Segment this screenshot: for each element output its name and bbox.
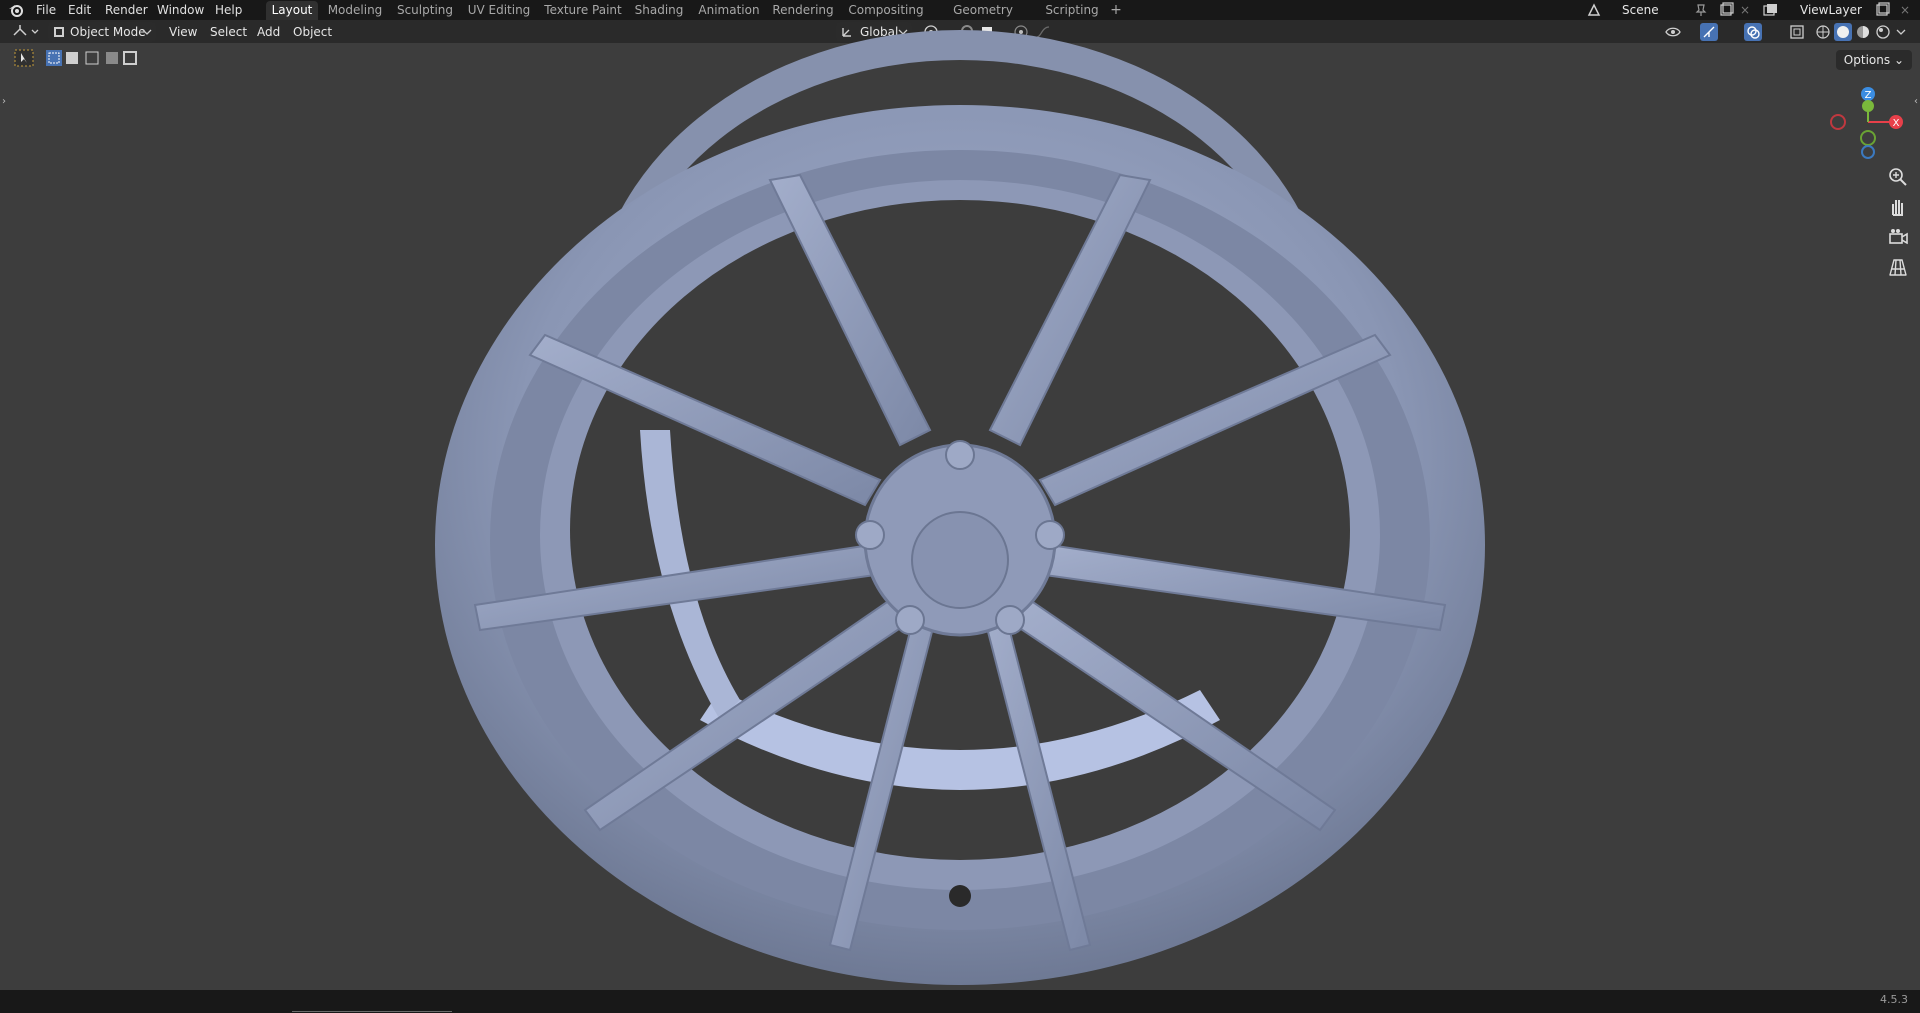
view-layer-icon[interactable] (1762, 2, 1778, 18)
snap-target-icon[interactable] (978, 23, 996, 41)
orientation-label: Global (860, 25, 899, 39)
gizmo-z-label: Z (1865, 90, 1872, 101)
zoom-icon[interactable] (1886, 165, 1910, 189)
tab-animation[interactable]: Animation (696, 1, 762, 20)
menu-object[interactable]: Object (293, 22, 332, 42)
new-view-layer-icon[interactable] (1874, 2, 1890, 18)
tab-modeling[interactable]: Modeling (322, 1, 388, 20)
top-bar: File Edit Render Window Help Layout Mode… (0, 0, 1920, 36)
solid-shading-icon[interactable] (1834, 23, 1852, 41)
wireframe-shading-icon[interactable] (1814, 23, 1832, 41)
mode-dropdown[interactable]: Object Mode (48, 22, 156, 42)
menu-window[interactable]: Window (157, 0, 204, 20)
tab-uv-editing[interactable]: UV Editing (466, 1, 532, 20)
menu-render[interactable]: Render (105, 0, 148, 20)
chevron-down-icon (898, 29, 908, 35)
gizmo-toggle-icon[interactable] (1700, 23, 1718, 41)
viewport-icon[interactable] (12, 23, 40, 41)
blender-logo-icon[interactable] (8, 2, 24, 18)
orientation-icon (842, 28, 851, 37)
version-label: 4.5.3 (1880, 993, 1908, 1006)
tab-geometry-nodes[interactable]: Geometry Nodes (936, 1, 1030, 36)
menu-add[interactable]: Add (257, 22, 280, 42)
tab-layout[interactable]: Layout (266, 1, 318, 20)
proportional-edit-icon[interactable] (1012, 23, 1030, 41)
visibility-icon[interactable] (1664, 23, 1682, 41)
material-shading-icon[interactable] (1854, 23, 1872, 41)
tab-compositing[interactable]: Compositing (846, 1, 926, 20)
menu-edit[interactable]: Edit (68, 0, 91, 20)
camera-icon[interactable] (1886, 225, 1910, 249)
new-scene-icon[interactable] (1718, 2, 1734, 18)
menu-help[interactable]: Help (215, 0, 242, 20)
object-mode-icon (54, 27, 64, 37)
3d-viewport[interactable] (0, 43, 1920, 990)
view-layer-name[interactable]: ViewLayer (1800, 0, 1862, 20)
delete-view-layer-icon[interactable]: × (1900, 0, 1910, 20)
xray-icon[interactable] (1788, 23, 1806, 41)
chevron-down-icon (142, 29, 152, 35)
tab-shading[interactable]: Shading (632, 1, 686, 20)
tab-texture-paint[interactable]: Texture Paint (542, 1, 624, 20)
chevron-down-icon: ⌄ (1893, 53, 1904, 67)
overlays-icon[interactable] (1744, 23, 1762, 41)
menu-view[interactable]: View (169, 22, 197, 42)
transform-orientation-dropdown[interactable]: Global (836, 22, 912, 42)
gizmo-x-label: X (1893, 118, 1900, 129)
pin-icon[interactable] (1694, 3, 1708, 17)
status-divider (292, 1011, 452, 1012)
falloff-icon[interactable] (1034, 23, 1052, 41)
tab-sculpting[interactable]: Sculpting (394, 1, 456, 20)
menu-file[interactable]: File (36, 0, 56, 20)
add-workspace-button[interactable]: + (1108, 1, 1124, 20)
hand-icon[interactable] (1886, 195, 1910, 219)
tab-scripting[interactable]: Scripting (1040, 1, 1104, 20)
menu-select[interactable]: Select (210, 22, 247, 42)
scene-icon[interactable] (1586, 2, 1602, 18)
select-tool-icon[interactable] (14, 49, 34, 67)
options-label: Options (1843, 53, 1891, 67)
status-bar: 4.5.3 (0, 990, 1920, 1013)
snap-icon[interactable] (958, 23, 976, 41)
delete-scene-icon[interactable]: × (1740, 0, 1750, 20)
chevron-down-icon[interactable] (1896, 28, 1906, 36)
selection-mode-icons[interactable] (44, 49, 140, 67)
navigation-gizmo[interactable]: Z X (1826, 82, 1916, 162)
mode-label: Object Mode (70, 25, 146, 39)
options-button[interactable]: Options ⌄ (1835, 50, 1912, 70)
tab-rendering[interactable]: Rendering (772, 1, 834, 20)
scene-name[interactable]: Scene (1622, 0, 1659, 20)
grid-icon[interactable] (1886, 255, 1910, 279)
toolbar-expand-icon[interactable]: › (2, 96, 6, 107)
pivot-point-icon[interactable] (922, 23, 940, 41)
rendered-shading-icon[interactable] (1874, 23, 1892, 41)
